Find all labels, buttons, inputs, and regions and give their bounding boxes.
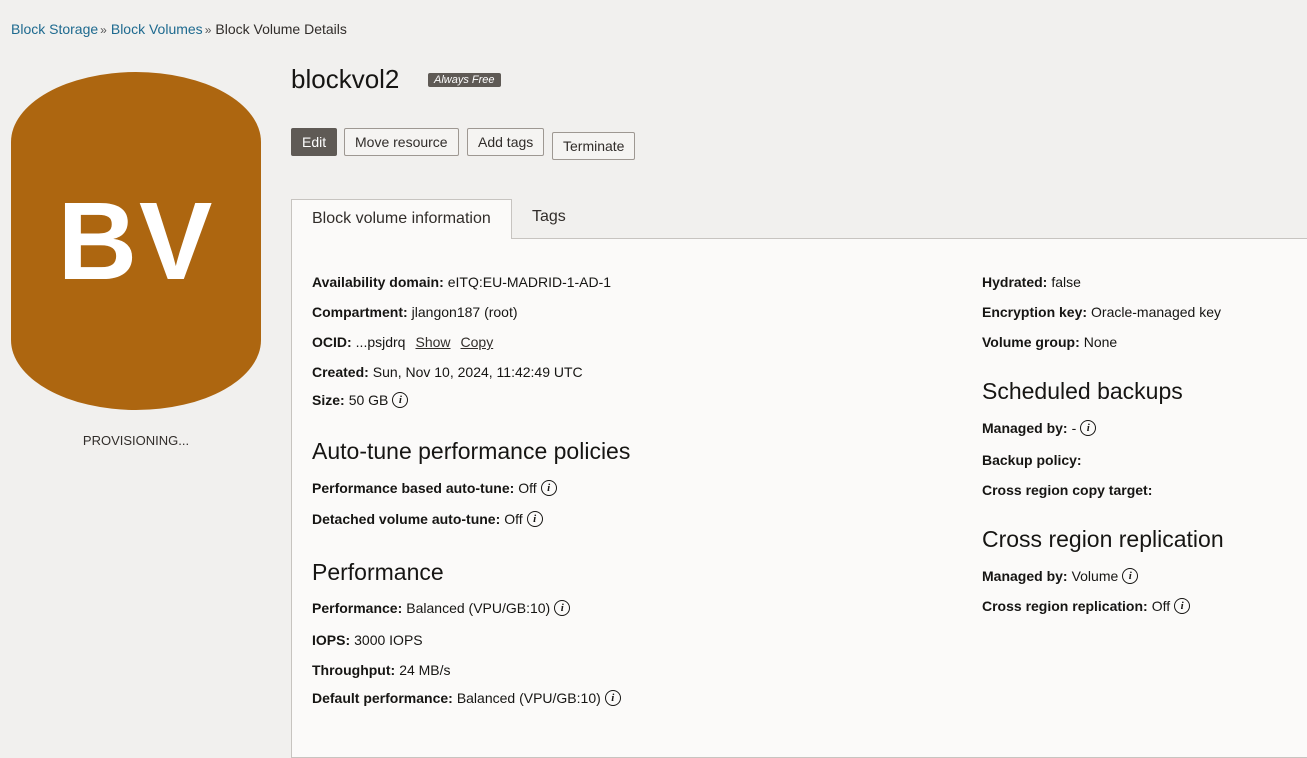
throughput-row: Throughput: 24 MB/s (312, 662, 451, 678)
performance-row: Performance: Balanced (VPU/GB:10) i (312, 600, 571, 616)
info-icon[interactable]: i (604, 690, 621, 706)
info-icon[interactable]: i (540, 480, 557, 496)
info-icon[interactable]: i (1122, 568, 1139, 584)
edit-button[interactable]: Edit (291, 128, 338, 156)
block-volume-icon: BV (11, 72, 261, 410)
lifecycle-state: PROVISIONING... (82, 433, 190, 448)
terminate-button[interactable]: Terminate (552, 132, 636, 160)
hydrated-value: false (1051, 274, 1081, 290)
default-performance-row: Default performance: Balanced (VPU/GB:10)… (312, 690, 621, 706)
ocid-copy-link[interactable]: Copy (461, 334, 494, 350)
cross-region-replication-label: Cross region replication: (982, 598, 1148, 614)
tab-block-volume-information[interactable]: Block volume information (291, 199, 512, 239)
default-performance-value: Balanced (VPU/GB:10) (456, 690, 601, 706)
info-icon[interactable]: i (392, 392, 409, 408)
iops-value: 3000 IOPS (354, 632, 423, 648)
compartment-label: Compartment: (312, 304, 408, 320)
size-value: 50 GB (348, 392, 389, 408)
detached-autotune-label: Detached volume auto-tune: (312, 511, 501, 527)
performance-autotune-label: Performance based auto-tune: (312, 480, 515, 496)
replication-managed-by-row: Managed by: Volume i (982, 568, 1139, 584)
page-title: blockvol2 (291, 64, 400, 94)
created-value: Sun, Nov 10, 2024, 11:42:49 UTC (372, 364, 583, 380)
copy-target-row: Cross region copy target: (982, 482, 1156, 498)
compartment-value: jlangon187 (root) (411, 304, 518, 320)
availability-domain-label: Availability domain: (312, 274, 444, 290)
ocid-show-link[interactable]: Show (415, 334, 450, 350)
add-tags-button[interactable]: Add tags (467, 128, 545, 156)
size-label: Size: (312, 392, 345, 408)
ocid-row: OCID: ...psjdrq Show Copy (312, 334, 493, 350)
performance-heading: Performance (312, 559, 444, 585)
info-icon[interactable]: i (526, 511, 543, 527)
created-label: Created: (312, 364, 369, 380)
info-icon[interactable]: i (554, 600, 571, 616)
always-free-badge: Always Free (428, 73, 501, 87)
cross-region-replication-row: Cross region replication: Off i (982, 598, 1191, 614)
info-icon[interactable]: i (1080, 420, 1097, 436)
backups-managed-by-value: - (1071, 420, 1077, 436)
breadcrumb-current: Block Volume Details (215, 21, 347, 37)
breadcrumb-block-volumes[interactable]: Block Volumes (111, 21, 203, 37)
created-row: Created: Sun, Nov 10, 2024, 11:42:49 UTC (312, 364, 583, 380)
hydrated-row: Hydrated: false (982, 274, 1081, 290)
move-resource-button[interactable]: Move resource (344, 128, 459, 156)
volume-group-value: None (1083, 334, 1118, 350)
availability-domain-value: eITQ:EU-MADRID-1-AD-1 (447, 274, 612, 290)
backup-policy-label: Backup policy: (982, 452, 1082, 468)
size-row: Size: 50 GB i (312, 392, 409, 408)
ocid-value: ...psjdrq (355, 334, 406, 350)
breadcrumb-separator: » (100, 23, 107, 37)
iops-label: IOPS: (312, 632, 351, 648)
volume-group-label: Volume group: (982, 334, 1080, 350)
breadcrumb-block-storage[interactable]: Block Storage (11, 21, 98, 37)
replication-managed-by-label: Managed by: (982, 568, 1068, 584)
copy-target-label: Cross region copy target: (982, 482, 1153, 498)
default-performance-label: Default performance: (312, 690, 453, 706)
ocid-label: OCID: (312, 334, 352, 350)
performance-label: Performance: (312, 600, 403, 616)
replication-managed-by-value: Volume (1071, 568, 1119, 584)
encryption-key-value: Oracle-managed key (1091, 304, 1221, 320)
cross-region-replication-heading: Cross region replication (982, 526, 1224, 552)
volume-group-row: Volume group: None (982, 334, 1117, 350)
info-icon[interactable]: i (1174, 598, 1191, 614)
breadcrumb: Block Storage» Block Volumes» Block Volume… (11, 21, 347, 37)
tab-tags[interactable]: Tags (532, 208, 566, 226)
compartment-row: Compartment: jlangon187 (root) (312, 304, 518, 320)
resource-avatar-section: BV (11, 72, 261, 410)
encryption-key-label: Encryption key: (982, 304, 1088, 320)
hydrated-label: Hydrated: (982, 274, 1048, 290)
backups-managed-by-row: Managed by: - i (982, 420, 1097, 436)
encryption-key-row: Encryption key: Oracle-managed key (982, 304, 1221, 320)
scheduled-backups-heading: Scheduled backups (982, 378, 1183, 404)
detached-autotune-row: Detached volume auto-tune: Off i (312, 511, 543, 527)
throughput-label: Throughput: (312, 662, 396, 678)
performance-value: Balanced (VPU/GB:10) (406, 600, 551, 616)
cross-region-replication-value: Off (1151, 598, 1171, 614)
backup-policy-row: Backup policy: (982, 452, 1086, 468)
detached-autotune-value: Off (504, 511, 523, 527)
iops-row: IOPS: 3000 IOPS (312, 632, 423, 648)
autotune-heading: Auto-tune performance policies (312, 438, 631, 464)
performance-autotune-value: Off (518, 480, 537, 496)
availability-domain-row: Availability domain: eITQ:EU-MADRID-1-AD-… (312, 274, 611, 290)
breadcrumb-separator: » (204, 23, 212, 37)
avatar-initials: BV (57, 179, 215, 303)
throughput-value: 24 MB/s (399, 662, 451, 678)
backups-managed-by-label: Managed by: (982, 420, 1068, 436)
performance-autotune-row: Performance based auto-tune: Off i (312, 480, 557, 496)
